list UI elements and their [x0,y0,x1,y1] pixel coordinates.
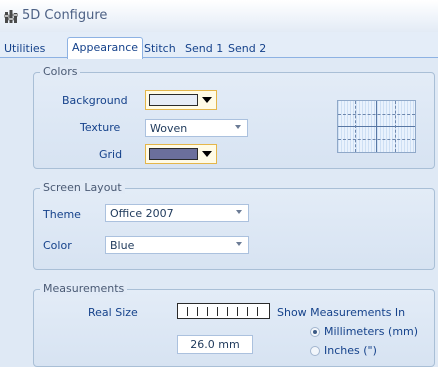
millimeters-radio[interactable] [310,327,320,337]
chevron-down-icon [202,97,212,103]
chevron-down-icon [236,210,242,214]
texture-value: Woven [150,122,188,135]
texture-select[interactable]: Woven [145,119,248,137]
title-bar: 5D Configure [0,0,438,33]
tab-utilities[interactable]: Utilities [4,40,45,58]
screen-layout-group-title: Screen Layout [40,181,125,194]
tab-strip: Utilities Appearance Stitch Send 1 Send … [0,32,438,59]
color-value: Blue [110,239,135,252]
inches-label[interactable]: Inches (") [324,344,377,357]
colors-group-title: Colors [40,65,81,78]
chevron-down-icon [235,125,241,129]
background-color-swatch [149,94,198,106]
millimeters-label[interactable]: Millimeters (mm) [324,325,418,338]
window-title: 5D Configure [22,8,108,23]
grid-label: Grid [99,148,123,161]
screen-layout-group: Screen Layout Theme Office 2007 Color Bl… [33,181,435,270]
tab-stitch[interactable]: Stitch [144,40,176,58]
appearance-panel: Colors Background Texture Woven Grid Scr… [0,57,438,367]
tab-send-2[interactable]: Send 2 [228,40,266,58]
measurements-group-title: Measurements [40,282,128,295]
appearance-preview [337,100,416,153]
grid-color-swatch [149,148,198,160]
configure-app-icon [4,10,18,23]
measurements-group: Measurements Real Size 26.0 mm Show Meas… [33,282,435,367]
colors-group: Colors Background Texture Woven Grid [33,65,435,169]
tab-appearance[interactable]: Appearance [67,37,144,59]
texture-label: Texture [80,121,121,134]
real-size-ruler[interactable] [177,303,270,319]
theme-select[interactable]: Office 2007 [105,204,249,222]
theme-label: Theme [43,208,81,221]
color-select[interactable]: Blue [105,236,249,254]
chevron-down-icon [202,151,212,157]
chevron-down-icon [236,242,242,246]
color-label: Color [43,239,72,252]
real-size-label: Real Size [88,306,138,319]
real-size-input[interactable]: 26.0 mm [177,335,253,354]
background-color-picker[interactable] [145,90,217,110]
tab-send-1[interactable]: Send 1 [185,40,223,58]
theme-value: Office 2007 [110,207,174,220]
background-label: Background [62,94,128,107]
show-measurements-label: Show Measurements In [277,306,406,319]
grid-color-picker[interactable] [145,144,217,164]
inches-radio[interactable] [310,346,320,356]
